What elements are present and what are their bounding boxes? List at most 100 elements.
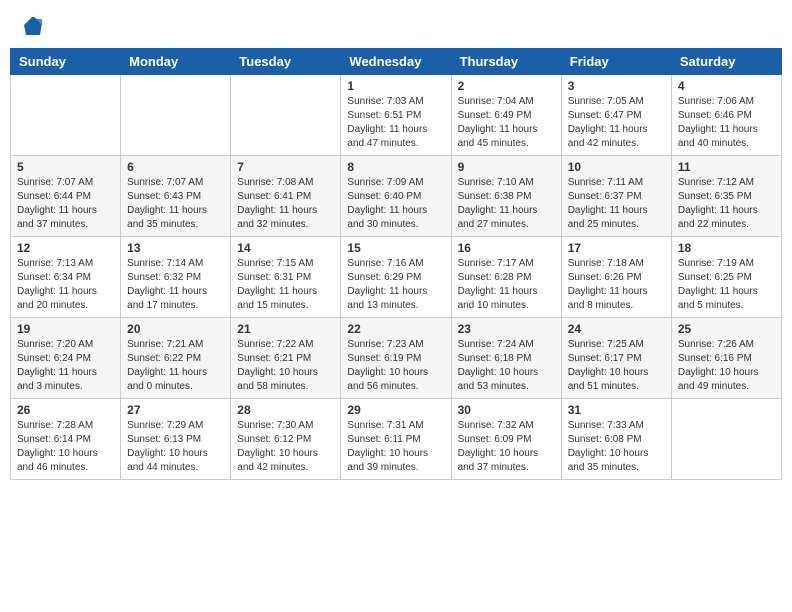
week-row-2: 5 Sunrise: 7:07 AM Sunset: 6:44 PM Daylig… — [11, 156, 782, 237]
day-cell — [231, 75, 341, 156]
day-info: Sunrise: 7:12 AM Sunset: 6:35 PM Dayligh… — [678, 176, 775, 232]
header-day-wednesday: Wednesday — [341, 49, 451, 75]
day-cell — [671, 399, 781, 480]
calendar-body: 1Sunrise: 7:03 AM Sunset: 6:51 PM Daylig… — [11, 75, 782, 480]
day-cell: 18Sunrise: 7:19 AM Sunset: 6:25 PM Dayli… — [671, 237, 781, 318]
day-info: Sunrise: 7:05 AM Sunset: 6:47 PM Dayligh… — [568, 95, 665, 151]
day-number: 17 — [568, 241, 665, 255]
day-info: Sunrise: 7:17 AM Sunset: 6:28 PM Dayligh… — [458, 257, 555, 313]
day-number: 5 — [17, 160, 114, 174]
day-cell: 11 Sunrise: 7:12 AM Sunset: 6:35 PM Dayli… — [671, 156, 781, 237]
day-cell: 9 Sunrise: 7:10 AM Sunset: 6:38 PM Daylig… — [451, 156, 561, 237]
day-number: 23 — [458, 322, 555, 336]
day-cell: 5 Sunrise: 7:07 AM Sunset: 6:44 PM Daylig… — [11, 156, 121, 237]
day-cell: 31 Sunrise: 7:33 AM Sunset: 6:08 PM Dayli… — [561, 399, 671, 480]
day-cell: 6Sunrise: 7:07 AM Sunset: 6:43 PM Daylig… — [121, 156, 231, 237]
day-info: Sunrise: 7:20 AM Sunset: 6:24 PM Dayligh… — [17, 338, 114, 394]
day-info: Sunrise: 7:18 AM Sunset: 6:26 PM Dayligh… — [568, 257, 665, 313]
day-cell: 1Sunrise: 7:03 AM Sunset: 6:51 PM Daylig… — [341, 75, 451, 156]
day-number: 28 — [237, 403, 334, 417]
day-number: 4 — [678, 79, 775, 93]
day-info: Sunrise: 7:07 AM Sunset: 6:44 PM Dayligh… — [17, 176, 114, 232]
day-cell: 30Sunrise: 7:32 AM Sunset: 6:09 PM Dayli… — [451, 399, 561, 480]
day-number: 9 — [458, 160, 555, 174]
day-number: 13 — [127, 241, 224, 255]
day-cell: 3 Sunrise: 7:05 AM Sunset: 6:47 PM Daylig… — [561, 75, 671, 156]
week-row-3: 12 Sunrise: 7:13 AM Sunset: 6:34 PM Dayli… — [11, 237, 782, 318]
day-cell: 21 Sunrise: 7:22 AM Sunset: 6:21 PM Dayli… — [231, 318, 341, 399]
day-cell: 7 Sunrise: 7:08 AM Sunset: 6:41 PM Daylig… — [231, 156, 341, 237]
day-number: 24 — [568, 322, 665, 336]
day-number: 3 — [568, 79, 665, 93]
header-day-sunday: Sunday — [11, 49, 121, 75]
day-cell: 4 Sunrise: 7:06 AM Sunset: 6:46 PM Daylig… — [671, 75, 781, 156]
day-number: 29 — [347, 403, 444, 417]
day-cell: 20Sunrise: 7:21 AM Sunset: 6:22 PM Dayli… — [121, 318, 231, 399]
day-number: 7 — [237, 160, 334, 174]
day-info: Sunrise: 7:26 AM Sunset: 6:16 PM Dayligh… — [678, 338, 775, 394]
day-info: Sunrise: 7:33 AM Sunset: 6:08 PM Dayligh… — [568, 419, 665, 475]
day-cell: 10 Sunrise: 7:11 AM Sunset: 6:37 PM Dayli… — [561, 156, 671, 237]
day-info: Sunrise: 7:22 AM Sunset: 6:21 PM Dayligh… — [237, 338, 334, 394]
day-info: Sunrise: 7:21 AM Sunset: 6:22 PM Dayligh… — [127, 338, 224, 394]
day-info: Sunrise: 7:29 AM Sunset: 6:13 PM Dayligh… — [127, 419, 224, 475]
calendar-header: SundayMondayTuesdayWednesdayThursdayFrid… — [11, 49, 782, 75]
header-day-thursday: Thursday — [451, 49, 561, 75]
day-info: Sunrise: 7:11 AM Sunset: 6:37 PM Dayligh… — [568, 176, 665, 232]
day-cell: 17 Sunrise: 7:18 AM Sunset: 6:26 PM Dayli… — [561, 237, 671, 318]
day-number: 27 — [127, 403, 224, 417]
header-day-friday: Friday — [561, 49, 671, 75]
day-number: 11 — [678, 160, 775, 174]
day-info: Sunrise: 7:06 AM Sunset: 6:46 PM Dayligh… — [678, 95, 775, 151]
day-cell: 12 Sunrise: 7:13 AM Sunset: 6:34 PM Dayli… — [11, 237, 121, 318]
day-info: Sunrise: 7:13 AM Sunset: 6:34 PM Dayligh… — [17, 257, 114, 313]
day-cell: 16Sunrise: 7:17 AM Sunset: 6:28 PM Dayli… — [451, 237, 561, 318]
day-number: 10 — [568, 160, 665, 174]
day-cell: 29Sunrise: 7:31 AM Sunset: 6:11 PM Dayli… — [341, 399, 451, 480]
page-header — [10, 10, 782, 38]
week-row-4: 19 Sunrise: 7:20 AM Sunset: 6:24 PM Dayli… — [11, 318, 782, 399]
day-cell: 8Sunrise: 7:09 AM Sunset: 6:40 PM Daylig… — [341, 156, 451, 237]
day-cell: 25 Sunrise: 7:26 AM Sunset: 6:16 PM Dayli… — [671, 318, 781, 399]
calendar-table: SundayMondayTuesdayWednesdayThursdayFrid… — [10, 48, 782, 480]
day-cell: 28 Sunrise: 7:30 AM Sunset: 6:12 PM Dayli… — [231, 399, 341, 480]
day-info: Sunrise: 7:08 AM Sunset: 6:41 PM Dayligh… — [237, 176, 334, 232]
day-number: 2 — [458, 79, 555, 93]
day-number: 25 — [678, 322, 775, 336]
day-info: Sunrise: 7:30 AM Sunset: 6:12 PM Dayligh… — [237, 419, 334, 475]
day-cell: 2 Sunrise: 7:04 AM Sunset: 6:49 PM Daylig… — [451, 75, 561, 156]
week-row-1: 1Sunrise: 7:03 AM Sunset: 6:51 PM Daylig… — [11, 75, 782, 156]
day-info: Sunrise: 7:24 AM Sunset: 6:18 PM Dayligh… — [458, 338, 555, 394]
header-day-tuesday: Tuesday — [231, 49, 341, 75]
day-cell: 19 Sunrise: 7:20 AM Sunset: 6:24 PM Dayli… — [11, 318, 121, 399]
day-info: Sunrise: 7:10 AM Sunset: 6:38 PM Dayligh… — [458, 176, 555, 232]
day-number: 12 — [17, 241, 114, 255]
day-cell: 13 Sunrise: 7:14 AM Sunset: 6:32 PM Dayli… — [121, 237, 231, 318]
day-cell: 14Sunrise: 7:15 AM Sunset: 6:31 PM Dayli… — [231, 237, 341, 318]
day-info: Sunrise: 7:28 AM Sunset: 6:14 PM Dayligh… — [17, 419, 114, 475]
day-cell: 26Sunrise: 7:28 AM Sunset: 6:14 PM Dayli… — [11, 399, 121, 480]
header-row: SundayMondayTuesdayWednesdayThursdayFrid… — [11, 49, 782, 75]
day-info: Sunrise: 7:03 AM Sunset: 6:51 PM Dayligh… — [347, 95, 444, 151]
day-cell: 22 Sunrise: 7:23 AM Sunset: 6:19 PM Dayli… — [341, 318, 451, 399]
day-number: 8 — [347, 160, 444, 174]
day-cell — [11, 75, 121, 156]
day-info: Sunrise: 7:15 AM Sunset: 6:31 PM Dayligh… — [237, 257, 334, 313]
day-cell: 15Sunrise: 7:16 AM Sunset: 6:29 PM Dayli… — [341, 237, 451, 318]
day-number: 19 — [17, 322, 114, 336]
logo — [20, 15, 44, 33]
day-cell — [121, 75, 231, 156]
day-cell: 23 Sunrise: 7:24 AM Sunset: 6:18 PM Dayli… — [451, 318, 561, 399]
day-number: 31 — [568, 403, 665, 417]
day-info: Sunrise: 7:25 AM Sunset: 6:17 PM Dayligh… — [568, 338, 665, 394]
week-row-5: 26Sunrise: 7:28 AM Sunset: 6:14 PM Dayli… — [11, 399, 782, 480]
day-number: 21 — [237, 322, 334, 336]
header-day-monday: Monday — [121, 49, 231, 75]
day-info: Sunrise: 7:04 AM Sunset: 6:49 PM Dayligh… — [458, 95, 555, 151]
day-info: Sunrise: 7:19 AM Sunset: 6:25 PM Dayligh… — [678, 257, 775, 313]
day-number: 22 — [347, 322, 444, 336]
day-info: Sunrise: 7:32 AM Sunset: 6:09 PM Dayligh… — [458, 419, 555, 475]
header-day-saturday: Saturday — [671, 49, 781, 75]
day-info: Sunrise: 7:23 AM Sunset: 6:19 PM Dayligh… — [347, 338, 444, 394]
day-info: Sunrise: 7:14 AM Sunset: 6:32 PM Dayligh… — [127, 257, 224, 313]
